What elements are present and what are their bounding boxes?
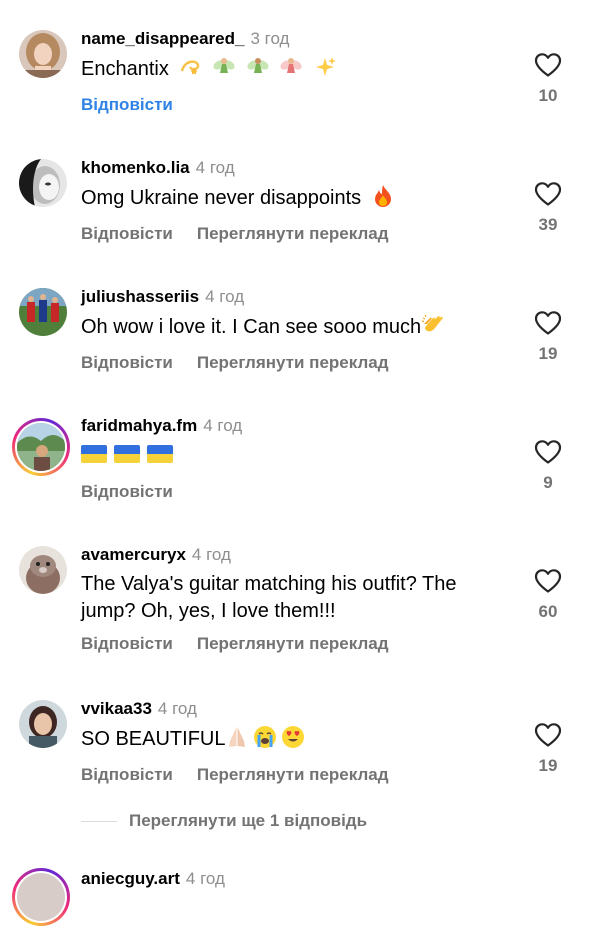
like-count: 60: [538, 602, 558, 621]
comment-actions: Відповісти: [81, 94, 173, 116]
timestamp: 4 год: [191, 545, 231, 564]
like-control: 19: [530, 722, 566, 776]
fairy-emoji-icon: [246, 58, 269, 73]
like-control: 39: [530, 181, 566, 235]
divider-line: [81, 821, 117, 823]
avatar[interactable]: [19, 30, 67, 78]
reply-button[interactable]: Відповісти: [81, 95, 173, 114]
avatar-image: [19, 30, 67, 78]
comment-text: Oh wow i love it. I Can see sooo much: [81, 313, 511, 341]
fairy-emoji-icon: [213, 58, 235, 73]
comment-text: [81, 442, 511, 469]
clapping-hands-emoji-icon: [422, 314, 443, 332]
avatar-image: [19, 546, 67, 594]
fire-emoji-icon: [374, 185, 391, 207]
sparkles-emoji-icon: [315, 57, 336, 76]
comment-text: The Valya's guitar matching his outfit? …: [81, 571, 511, 625]
username[interactable]: avamercuryx: [81, 545, 186, 564]
username[interactable]: vvikaa33: [81, 699, 152, 718]
reply-button[interactable]: Відповісти: [81, 765, 173, 784]
heart-outline-icon[interactable]: [534, 310, 562, 336]
avatar-image: [19, 700, 67, 748]
view-more-replies-label: Переглянути ще 1 відповідь: [129, 811, 368, 830]
comment-text-content: SO BEAUTIFUL: [81, 728, 226, 750]
heart-outline-icon[interactable]: [534, 181, 562, 207]
heart-outline-icon[interactable]: [534, 568, 562, 594]
comment-actions: Відповісти: [81, 481, 173, 503]
timestamp: 3 год: [250, 29, 290, 48]
comment-text-content: Enchantix: [81, 58, 169, 80]
flag-ukraine-icon: [114, 445, 140, 463]
avatar[interactable]: [19, 159, 67, 207]
comment-header: vvikaa33 4 год: [81, 698, 197, 720]
like-count: 9: [543, 473, 553, 492]
like-control: 19: [530, 310, 566, 364]
view-more-replies-button[interactable]: Переглянути ще 1 відповідь: [81, 810, 367, 832]
reply-button[interactable]: Відповісти: [81, 224, 173, 243]
avatar[interactable]: [19, 546, 67, 594]
fairy-emoji-icon: [280, 58, 302, 73]
comment-header: aniecguy.art 4 год: [81, 868, 225, 890]
heart-outline-icon[interactable]: [534, 722, 562, 748]
comment-text: Enchantix: [81, 55, 511, 83]
avatar-image: [19, 288, 67, 336]
see-translation-button[interactable]: Переглянути переклад: [197, 353, 389, 372]
timestamp: 4 год: [185, 869, 225, 888]
comment-actions: Відповісти Переглянути переклад: [81, 764, 389, 786]
comment-text-content: The Valya's guitar matching his outfit? …: [81, 573, 457, 622]
avatar[interactable]: [19, 700, 67, 748]
reply-button[interactable]: Відповісти: [81, 482, 173, 501]
avatar-image: [17, 873, 65, 921]
avatar-story-ring[interactable]: [12, 418, 70, 476]
like-count: 19: [538, 756, 558, 775]
like-count: 39: [538, 215, 558, 234]
comment-actions: Відповісти Переглянути переклад: [81, 633, 389, 655]
comment-header: faridmahya.fm 4 год: [81, 415, 242, 437]
like-control: 60: [530, 568, 566, 622]
username[interactable]: khomenko.lia: [81, 158, 190, 177]
comment-header: juliushasseriis 4 год: [81, 286, 244, 308]
like-count: 10: [538, 86, 558, 105]
timestamp: 4 год: [157, 699, 197, 718]
avatar-story-ring[interactable]: [12, 868, 70, 926]
like-control: 9: [530, 439, 566, 493]
comment-header: avamercuryx 4 год: [81, 544, 231, 566]
comment-text: Omg Ukraine never disappoints: [81, 184, 511, 212]
like-count: 19: [538, 344, 558, 363]
comment-header: name_disappeared_ 3 год: [81, 28, 289, 50]
username[interactable]: juliushasseriis: [81, 287, 199, 306]
avatar[interactable]: [19, 288, 67, 336]
heart-outline-icon[interactable]: [534, 52, 562, 78]
like-control: 10: [530, 52, 566, 106]
username[interactable]: name_disappeared_: [81, 29, 244, 48]
comment-actions: Відповісти Переглянути переклад: [81, 352, 389, 374]
reply-button[interactable]: Відповісти: [81, 634, 173, 653]
comment-text-content: Omg Ukraine never disappoints: [81, 187, 362, 209]
comment-text-content: Oh wow i love it. I Can see sooo much: [81, 316, 422, 338]
avatar: [15, 421, 67, 473]
flag-ukraine-icon: [81, 445, 107, 463]
avatar-image: [19, 159, 67, 207]
heart-outline-icon[interactable]: [534, 439, 562, 465]
avatar-image: [17, 423, 65, 471]
flag-ukraine-icon: [147, 445, 173, 463]
avatar: [15, 871, 67, 923]
see-translation-button[interactable]: Переглянути переклад: [197, 634, 389, 653]
dizzy-emoji-icon: [181, 60, 200, 75]
folded-hands-emoji-icon: [229, 727, 246, 747]
username[interactable]: faridmahya.fm: [81, 416, 197, 435]
see-translation-button[interactable]: Переглянути переклад: [197, 224, 389, 243]
comment-text: SO BEAUTIFUL: [81, 725, 511, 753]
reply-button[interactable]: Відповісти: [81, 353, 173, 372]
comment-actions: Відповісти Переглянути переклад: [81, 223, 389, 245]
timestamp: 4 год: [195, 158, 235, 177]
loudly-crying-face-icon: [254, 726, 277, 748]
heart-eyes-emoji-icon: [282, 726, 305, 748]
username[interactable]: aniecguy.art: [81, 869, 180, 888]
timestamp: 4 год: [205, 287, 245, 306]
comment-header: khomenko.lia 4 год: [81, 157, 235, 179]
timestamp: 4 год: [203, 416, 243, 435]
see-translation-button[interactable]: Переглянути переклад: [197, 765, 389, 784]
